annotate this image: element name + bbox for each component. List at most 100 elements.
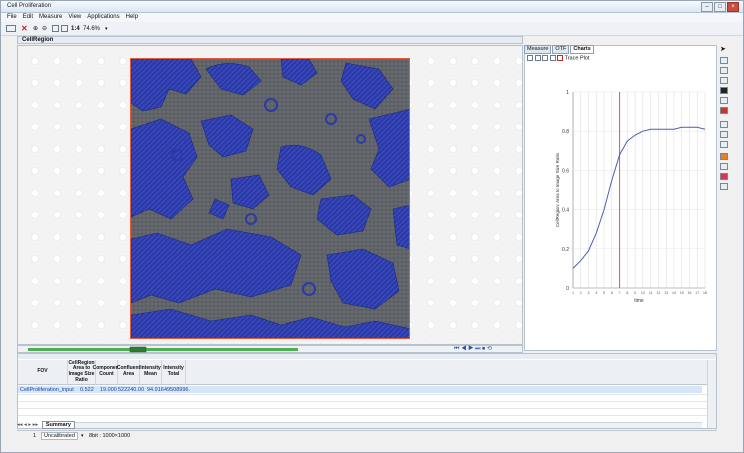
x-tick-label: 2 bbox=[580, 291, 582, 295]
col-header-intensity-mean[interactable]: Intensity Mean bbox=[140, 360, 162, 385]
y-tick-label: 0 bbox=[566, 286, 569, 292]
eraser-icon[interactable] bbox=[720, 183, 728, 190]
grid-line bbox=[18, 394, 716, 395]
vertical-scrollbar[interactable] bbox=[707, 360, 716, 428]
x-tick-label: 16 bbox=[688, 291, 692, 295]
image-panel-title: CellRegion bbox=[22, 37, 54, 43]
x-tick-label: 1 bbox=[572, 291, 574, 295]
x-tick-label: 5 bbox=[603, 291, 605, 295]
timeline-track[interactable] bbox=[18, 346, 524, 353]
menu-help[interactable]: Help bbox=[126, 13, 138, 22]
col-header-fov[interactable]: FOV bbox=[18, 360, 68, 385]
trace-plot: 00.20.40.60.811 2 3 4 5 6 7 8 9 10 11 12 13 14 15 16 17 1… bbox=[555, 90, 707, 304]
zoom-level[interactable]: 74.6% bbox=[83, 25, 100, 33]
x-tick-label: 9 bbox=[634, 291, 636, 295]
red-channel-icon[interactable] bbox=[720, 107, 728, 114]
y-tick-label: 1 bbox=[566, 90, 569, 96]
color-icon[interactable] bbox=[720, 173, 728, 180]
region-icon[interactable] bbox=[720, 97, 728, 104]
menu-applications[interactable]: Applications bbox=[87, 13, 119, 22]
y-tick-label: 0.4 bbox=[562, 208, 569, 214]
actual-size-icon[interactable] bbox=[61, 25, 68, 33]
x-tick-label: 14 bbox=[672, 291, 676, 295]
menu-edit[interactable]: Edit bbox=[23, 13, 33, 22]
x-tick-label: 17 bbox=[695, 291, 699, 295]
new-experiment-icon[interactable] bbox=[6, 25, 16, 33]
col-header-intensity-total[interactable]: Intensity Total bbox=[162, 360, 186, 385]
grid-line bbox=[18, 415, 716, 416]
calibration-select[interactable]: Uncalibrated bbox=[41, 432, 78, 440]
menu-bar: File Edit Measure View Applications Help bbox=[1, 13, 743, 22]
brush-tool-icon[interactable] bbox=[720, 141, 728, 148]
tab-charts[interactable]: Charts bbox=[570, 45, 594, 54]
chart-view-label: Trace Plot bbox=[564, 55, 590, 62]
cell-mask-overlay bbox=[131, 59, 409, 338]
app-window: Cell Proliferation – □ × File Edit Measu… bbox=[0, 0, 744, 453]
mask-icon[interactable] bbox=[720, 87, 728, 94]
x-tick-label: 12 bbox=[656, 291, 660, 295]
horizontal-scrollbar[interactable] bbox=[52, 422, 702, 428]
palette-icon[interactable] bbox=[720, 153, 728, 160]
sheet-nav-icon[interactable]: ◂◂ ◂ ▸ ▸▸ bbox=[17, 422, 38, 428]
sheet-tabs: ◂◂ ◂ ▸ ▸▸ Summary bbox=[17, 421, 75, 429]
x-tick-label: 13 bbox=[664, 291, 668, 295]
calibration-dropdown-icon[interactable]: ▾ bbox=[81, 433, 84, 439]
menu-view[interactable]: View bbox=[68, 13, 81, 22]
zoom-dropdown-icon[interactable]: ▾ bbox=[105, 25, 108, 33]
zoom-tool-icon[interactable] bbox=[720, 57, 728, 64]
rect-roi-icon[interactable] bbox=[720, 77, 728, 84]
image-viewer[interactable] bbox=[17, 45, 523, 345]
cell-area-ratio: 0.522 bbox=[80, 387, 94, 393]
window-title: Cell Proliferation bbox=[7, 3, 52, 9]
frame-label: 1:4 bbox=[71, 26, 80, 32]
x-tick-label: 18 bbox=[703, 291, 707, 295]
title-bar: Cell Proliferation – □ × bbox=[1, 1, 743, 13]
alert-icon[interactable] bbox=[557, 55, 564, 61]
x-tick-label: 4 bbox=[595, 291, 597, 295]
fit-window-icon[interactable] bbox=[52, 25, 59, 33]
main-toolbar: ✕ ⊕ ⊖ 1:4 74.6% ▾ bbox=[1, 23, 743, 36]
tab-measure[interactable]: Measure bbox=[524, 45, 552, 54]
status-field: 1 bbox=[33, 433, 37, 439]
y-tick-label: 0.8 bbox=[562, 129, 569, 135]
settings-icon[interactable] bbox=[549, 55, 556, 61]
cell-intensity-mean: 94.916 bbox=[147, 387, 164, 393]
measure-tool-icon[interactable] bbox=[720, 163, 728, 170]
window-controls: – □ × bbox=[701, 2, 739, 12]
chart-panel: Trace Plot 0 0.2 0.4 0.6 0.8 1 1 2 3 4 5 6 7 8 9 10 11 12… bbox=[524, 45, 717, 351]
delete-icon[interactable]: ✕ bbox=[21, 25, 28, 33]
export-icon[interactable] bbox=[527, 55, 533, 61]
x-tick-label: 8 bbox=[626, 291, 628, 295]
pen-tool-icon[interactable] bbox=[720, 131, 728, 138]
playback-controls-icon[interactable]: ⏮ ◀ ▶ ⏭ ⏹ ⟲ bbox=[454, 345, 492, 353]
copy-icon[interactable] bbox=[534, 55, 541, 61]
col-header-confluent-area[interactable]: Confluent Area bbox=[117, 360, 140, 385]
right-toolbox: ➤ bbox=[718, 45, 732, 205]
line-tool-icon[interactable] bbox=[720, 121, 728, 128]
chart-type-icon[interactable] bbox=[542, 55, 549, 61]
tab-otf[interactable]: OTF bbox=[552, 45, 570, 54]
menu-file[interactable]: File bbox=[7, 13, 17, 22]
status-bar: 1 Uncalibrated ▾ 8bit : 1000×1000 bbox=[17, 430, 717, 441]
zoom-out-icon[interactable]: ⊖ bbox=[42, 25, 47, 33]
table-splitter[interactable] bbox=[18, 354, 716, 359]
x-axis-label: time bbox=[634, 298, 644, 304]
grid-line bbox=[18, 401, 716, 402]
minimize-button[interactable]: – bbox=[701, 2, 713, 12]
close-button[interactable]: × bbox=[727, 2, 739, 12]
menu-measure[interactable]: Measure bbox=[39, 13, 62, 22]
pointer-icon[interactable]: ➤ bbox=[720, 45, 726, 53]
pan-tool-icon[interactable] bbox=[720, 67, 728, 74]
x-tick-label: 15 bbox=[680, 291, 684, 295]
image-panel-header: CellRegion bbox=[17, 36, 523, 44]
col-header-component-count[interactable]: Component Count bbox=[93, 360, 120, 385]
maximize-button[interactable]: □ bbox=[714, 2, 726, 12]
series-line bbox=[572, 126, 706, 269]
results-table: FOV CellRegion Area to Image Size Ratio … bbox=[17, 353, 717, 429]
tab-summary[interactable]: Summary bbox=[41, 421, 75, 429]
zoom-in-icon[interactable]: ⊕ bbox=[33, 25, 38, 33]
bitdepth-info: 8bit : 1000×1000 bbox=[89, 433, 131, 439]
cell-region-image[interactable] bbox=[130, 58, 410, 339]
timeline-bar[interactable]: ⏮ ◀ ▶ ⏭ ⏹ ⟲ bbox=[17, 345, 523, 353]
cell-fov: CellProliferation_input bbox=[20, 387, 74, 393]
